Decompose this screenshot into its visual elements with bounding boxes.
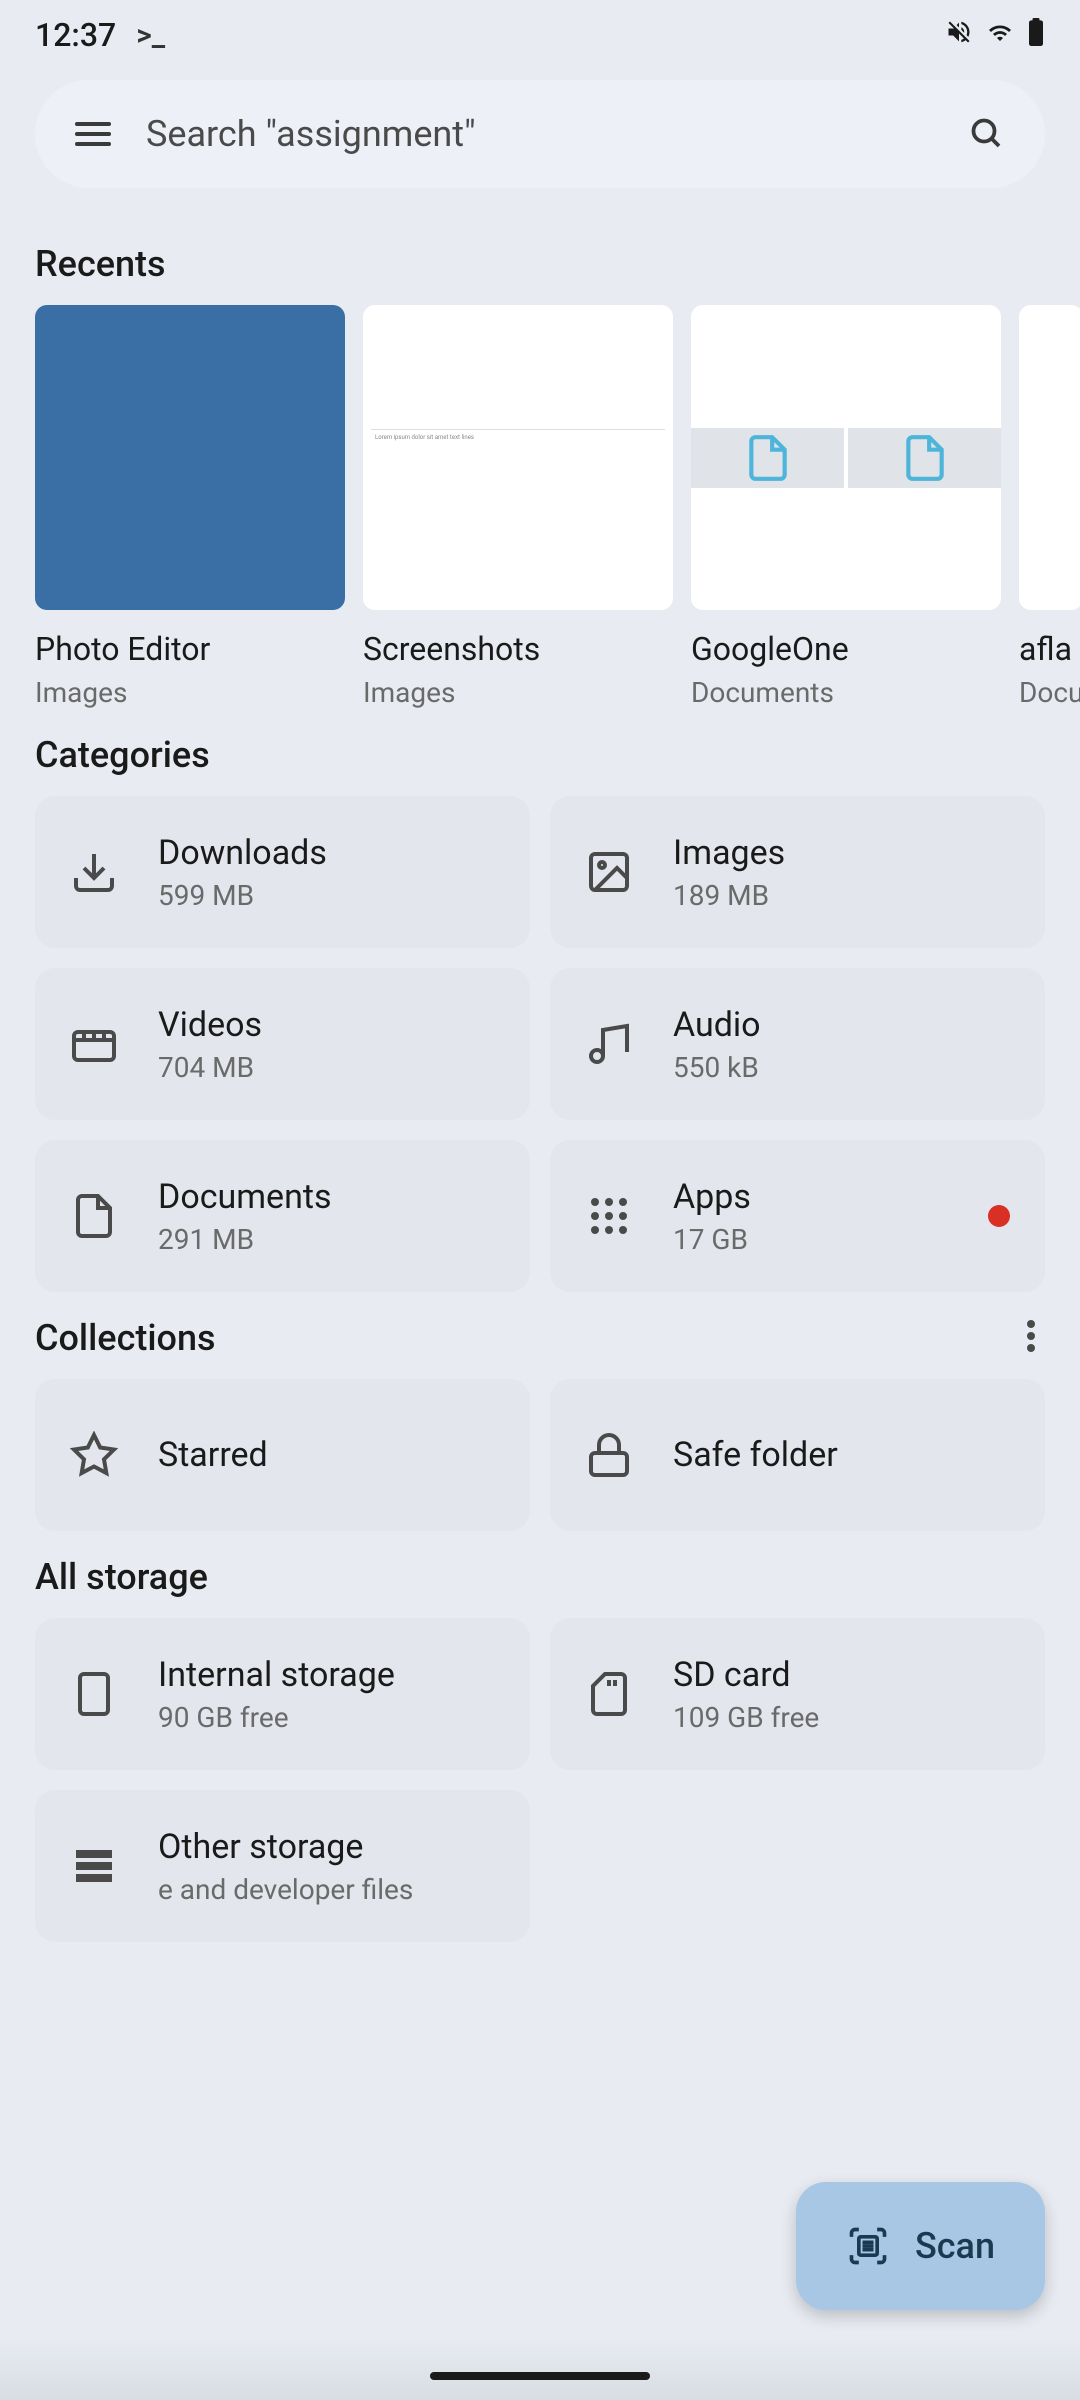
- recent-type: Docu: [1019, 676, 1080, 709]
- wifi-icon: [985, 19, 1015, 52]
- storage-size: 109 GB free: [673, 1701, 819, 1734]
- category-apps[interactable]: Apps 17 GB: [550, 1140, 1045, 1292]
- category-documents[interactable]: Documents 291 MB: [35, 1140, 530, 1292]
- star-icon: [70, 1431, 118, 1479]
- phone-icon: [70, 1670, 118, 1718]
- lock-icon: [585, 1431, 633, 1479]
- bottom-shadow: [0, 2338, 1080, 2400]
- recent-name: afla: [1019, 630, 1080, 668]
- recent-name: Screenshots: [363, 630, 673, 668]
- video-icon: [70, 1020, 118, 1068]
- scan-icon: [846, 2224, 890, 2268]
- recent-screenshots[interactable]: Lorem ipsum dolor sit amet text lines Sc…: [363, 305, 673, 709]
- collection-safe-folder[interactable]: Safe folder: [550, 1379, 1045, 1531]
- category-size: 599 MB: [158, 879, 327, 912]
- category-name: Apps: [673, 1177, 751, 1217]
- recent-name: Photo Editor: [35, 630, 345, 668]
- category-size: 550 kB: [673, 1051, 761, 1084]
- categories-grid: Downloads 599 MB Images 189 MB Videos 70…: [0, 796, 1080, 1292]
- apps-icon: [585, 1192, 633, 1240]
- recent-type: Documents: [691, 676, 1001, 709]
- recent-thumb: [691, 305, 1001, 610]
- category-size: 17 GB: [673, 1223, 751, 1256]
- collection-name: Safe folder: [673, 1435, 838, 1475]
- scan-button[interactable]: Scan: [796, 2182, 1045, 2310]
- category-audio[interactable]: Audio 550 kB: [550, 968, 1045, 1120]
- storage-sd-card[interactable]: SD card 109 GB free: [550, 1618, 1045, 1770]
- categories-title: Categories: [0, 709, 1080, 796]
- more-icon[interactable]: [1027, 1320, 1035, 1352]
- category-name: Audio: [673, 1005, 761, 1045]
- menu-icon[interactable]: [75, 122, 111, 146]
- storage-name: Internal storage: [158, 1655, 395, 1695]
- terminal-icon: >_: [136, 18, 165, 53]
- storage-name: SD card: [673, 1655, 819, 1695]
- search-icon[interactable]: [969, 116, 1005, 152]
- image-icon: [585, 848, 633, 896]
- storage-title: All storage: [0, 1531, 1080, 1618]
- storage-internal[interactable]: Internal storage 90 GB free: [35, 1618, 530, 1770]
- storage-icon: [70, 1842, 118, 1890]
- document-icon: [900, 428, 950, 488]
- category-size: 704 MB: [158, 1051, 262, 1084]
- recent-googleone[interactable]: GoogleOne Documents: [691, 305, 1001, 709]
- category-size: 189 MB: [673, 879, 785, 912]
- collections-grid: Starred Safe folder: [0, 1379, 1080, 1531]
- storage-size: 90 GB free: [158, 1701, 395, 1734]
- document-icon: [70, 1192, 118, 1240]
- status-time: 12:37: [35, 16, 116, 54]
- notification-dot: [988, 1205, 1010, 1227]
- recent-photo-editor[interactable]: Photo Editor Images: [35, 305, 345, 709]
- storage-name: Other storage: [158, 1827, 413, 1867]
- category-name: Documents: [158, 1177, 332, 1217]
- category-images[interactable]: Images 189 MB: [550, 796, 1045, 948]
- mute-icon: [945, 18, 973, 53]
- storage-size: e and developer files: [158, 1873, 413, 1906]
- category-name: Images: [673, 833, 785, 873]
- category-name: Downloads: [158, 833, 327, 873]
- audio-icon: [585, 1020, 633, 1068]
- search-input[interactable]: Search "assignment": [146, 113, 934, 155]
- nav-bar[interactable]: [430, 2372, 650, 2380]
- category-name: Videos: [158, 1005, 262, 1045]
- scan-label: Scan: [915, 2225, 995, 2267]
- collections-title: Collections: [0, 1292, 251, 1379]
- sd-card-icon: [585, 1670, 633, 1718]
- category-downloads[interactable]: Downloads 599 MB: [35, 796, 530, 948]
- storage-other[interactable]: Other storage e and developer files: [35, 1790, 530, 1942]
- recent-name: GoogleOne: [691, 630, 1001, 668]
- recent-partial[interactable]: afla Docu: [1019, 305, 1080, 709]
- category-size: 291 MB: [158, 1223, 332, 1256]
- recents-title: Recents: [0, 218, 1080, 305]
- status-bar: 12:37 >_: [0, 0, 1080, 70]
- recent-thumb: [35, 305, 345, 610]
- collection-starred[interactable]: Starred: [35, 1379, 530, 1531]
- download-icon: [70, 848, 118, 896]
- search-bar[interactable]: Search "assignment": [35, 80, 1045, 188]
- document-icon: [743, 428, 793, 488]
- recent-type: Images: [363, 676, 673, 709]
- recent-type: Images: [35, 676, 345, 709]
- recent-thumb: Lorem ipsum dolor sit amet text lines: [363, 305, 673, 610]
- collection-name: Starred: [158, 1435, 268, 1475]
- battery-icon: [1027, 18, 1045, 53]
- recent-thumb: [1019, 305, 1080, 610]
- category-videos[interactable]: Videos 704 MB: [35, 968, 530, 1120]
- storage-grid: Internal storage 90 GB free SD card 109 …: [0, 1618, 1080, 1942]
- recents-row[interactable]: Photo Editor Images Lorem ipsum dolor si…: [0, 305, 1080, 709]
